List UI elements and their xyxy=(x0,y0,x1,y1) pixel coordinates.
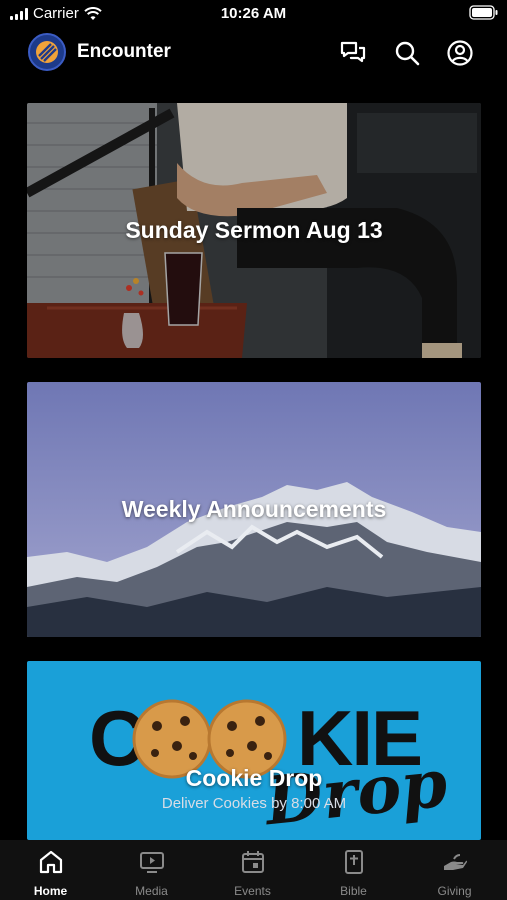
calendar-icon xyxy=(242,851,264,873)
giving-hand-icon xyxy=(444,854,467,870)
bottom-tab-bar: Home Media Events Bible Giving xyxy=(0,840,507,900)
tab-label: Events xyxy=(234,884,271,898)
tab-events[interactable]: Events xyxy=(202,840,303,900)
search-icon[interactable] xyxy=(393,39,421,67)
status-bar: Carrier 10:26 AM xyxy=(0,0,507,30)
tab-bible[interactable]: Bible xyxy=(303,840,404,900)
tab-label: Bible xyxy=(340,884,367,898)
account-icon[interactable] xyxy=(446,39,474,67)
battery-icon xyxy=(469,5,499,25)
tab-home[interactable]: Home xyxy=(0,840,101,900)
announcements-card[interactable]: Weekly Announcements xyxy=(27,382,481,637)
home-icon xyxy=(39,850,63,874)
tab-label: Giving xyxy=(437,884,472,898)
tab-media[interactable]: Media xyxy=(101,840,202,900)
tab-label: Media xyxy=(135,884,168,898)
cookie-drop-card[interactable]: CO KIE Drop Cookie Drop Deliver Cookies … xyxy=(27,661,481,840)
announcements-card-title: Weekly Announcements xyxy=(121,496,387,522)
status-time: 10:26 AM xyxy=(220,5,287,22)
app-header: Encounter xyxy=(0,30,507,76)
app-title: Encounter xyxy=(77,41,171,62)
tab-label: Home xyxy=(33,884,68,898)
cookie-drop-card-subtitle: Deliver Cookies by 8:00 AM xyxy=(161,795,347,812)
media-play-icon xyxy=(140,852,164,873)
cookie-drop-card-title: Cookie Drop xyxy=(185,765,323,791)
cookie-art: CO KIE Drop xyxy=(27,661,481,840)
encounter-logo-icon xyxy=(28,33,66,71)
bible-icon xyxy=(345,850,363,874)
sermon-card-title: Sunday Sermon Aug 13 xyxy=(125,217,383,243)
sermon-card[interactable]: Sunday Sermon Aug 13 xyxy=(27,103,481,358)
tab-giving[interactable]: Giving xyxy=(404,840,505,900)
chat-icon[interactable] xyxy=(339,39,367,67)
